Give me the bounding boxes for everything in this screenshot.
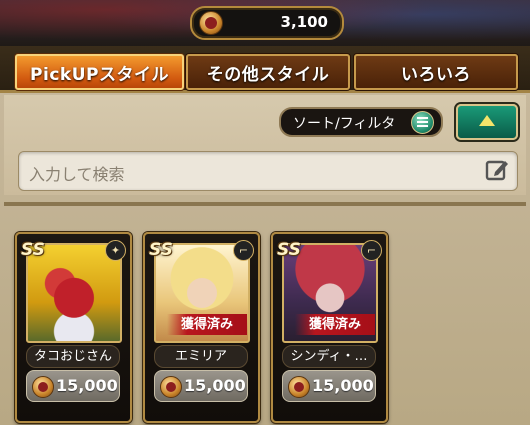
owned-badge: 獲得済み <box>167 314 247 335</box>
rank-badge: SS <box>277 240 301 260</box>
search-input[interactable]: 入力して検索 <box>18 151 518 191</box>
style-card[interactable]: SS ⌐ 獲得済み エミリア 15,000 <box>143 232 260 423</box>
rank-badge: SS <box>21 240 45 260</box>
coin-icon <box>288 376 310 398</box>
edit-icon[interactable] <box>485 158 509 182</box>
price-tag: 15,000 <box>282 370 376 402</box>
sort-filter-label: ソート/フィルタ <box>293 116 396 132</box>
owned-badge: 獲得済み <box>295 314 375 335</box>
tab-pickup-style[interactable]: PickUPスタイル <box>15 54 184 90</box>
tab-other-style[interactable]: その他スタイル <box>186 54 350 90</box>
gun-icon: ⌐ <box>233 240 254 261</box>
sort-filter-button[interactable]: ソート/フィルタ <box>279 107 443 137</box>
tab-misc[interactable]: いろいろ <box>354 54 518 90</box>
price-tag: 15,000 <box>26 370 120 402</box>
coin-icon <box>32 376 54 398</box>
price-tag: 15,000 <box>154 370 248 402</box>
price-value: 15,000 <box>312 376 374 395</box>
search-placeholder: 入力して検索 <box>29 165 125 184</box>
price-value: 15,000 <box>56 376 118 395</box>
gun-icon: ⌐ <box>361 240 382 261</box>
character-name: シンディ・… <box>282 345 376 368</box>
divider <box>4 202 526 206</box>
collapse-button[interactable] <box>456 104 518 140</box>
price-value: 15,000 <box>184 376 246 395</box>
coin-icon <box>199 11 223 35</box>
coin-icon <box>160 376 182 398</box>
currency-display: 3,100 <box>190 6 344 40</box>
character-name: エミリア <box>154 345 248 368</box>
character-name: タコおじさん <box>26 345 120 368</box>
menu-icon <box>411 111 434 134</box>
rank-badge: SS <box>149 240 173 260</box>
currency-value: 3,100 <box>280 13 328 31</box>
staff-icon: ✦ <box>105 240 126 261</box>
style-card[interactable]: SS ✦ タコおじさん 15,000 <box>15 232 132 423</box>
style-card[interactable]: SS ⌐ 獲得済み シンディ・… 15,000 <box>271 232 388 423</box>
